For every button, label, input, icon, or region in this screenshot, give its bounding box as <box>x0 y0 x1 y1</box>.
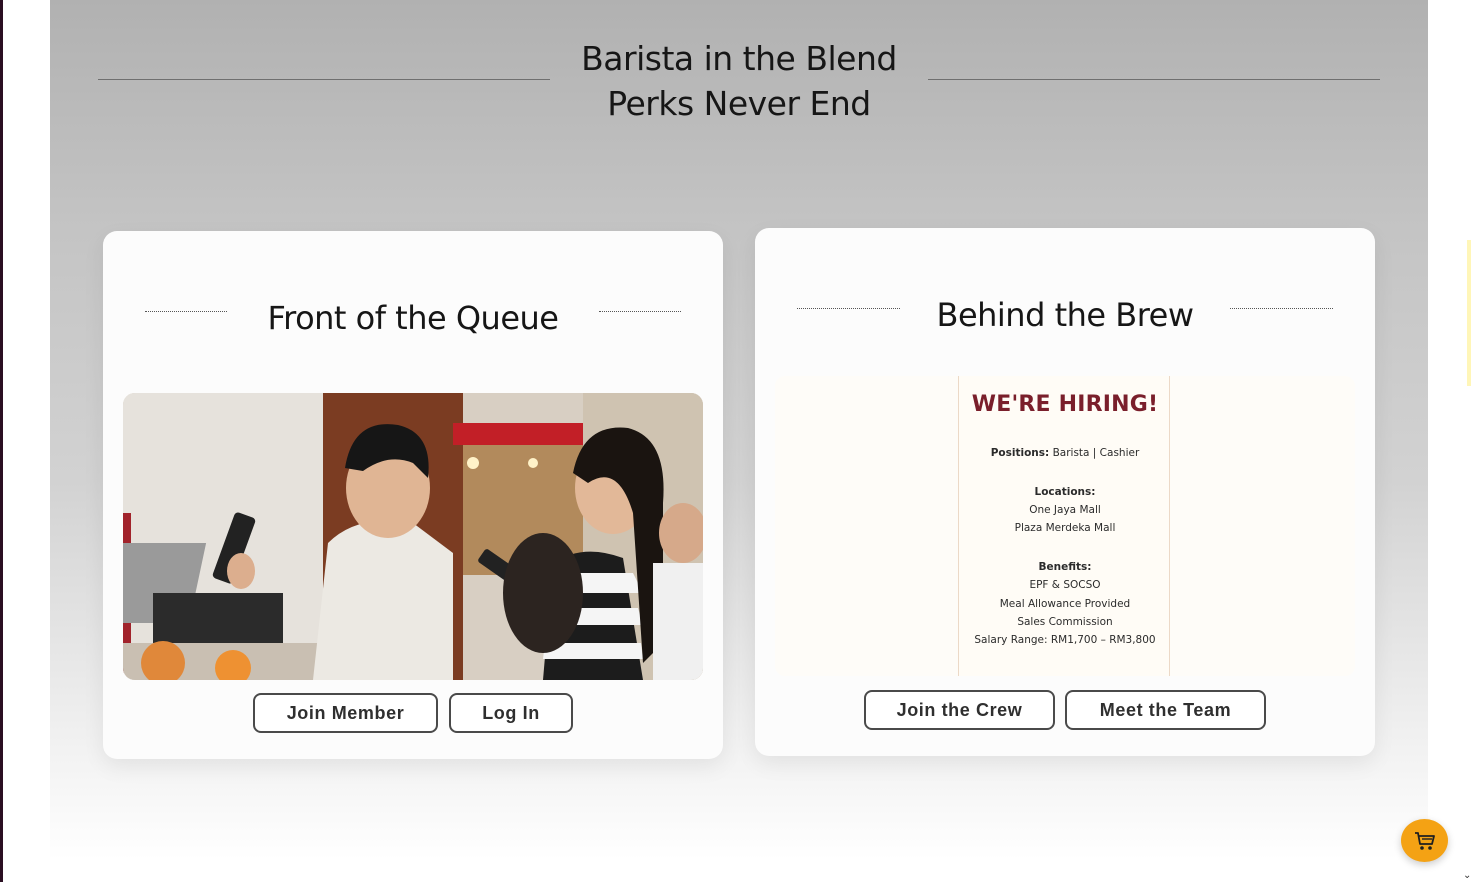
title-line-2: Perks Never End <box>607 84 871 123</box>
title-line-1: Barista in the Blend <box>581 39 897 78</box>
page-title: Barista in the Blend Perks Never End <box>550 36 928 126</box>
front-of-queue-card: Front of the Queue Join Member Log In <box>103 231 723 759</box>
poster-title: WE'RE HIRING! <box>971 392 1159 417</box>
positions-label: Positions: <box>990 447 1050 459</box>
locations-label: Locations: <box>1034 486 1096 498</box>
heading-divider-right <box>928 79 1380 80</box>
left-edge-bar <box>0 0 3 882</box>
card-title: Behind the Brew <box>936 296 1194 334</box>
positions-line: Positions: Barista | Cashier <box>959 446 1171 460</box>
benefits-label: Benefits: <box>1038 561 1092 573</box>
behind-the-brew-card: Behind the Brew WE'RE HIRING! Positions:… <box>755 228 1375 756</box>
section-heading: Barista in the Blend Perks Never End <box>98 36 1380 126</box>
log-in-button[interactable]: Log In <box>449 693 573 733</box>
meet-the-team-button[interactable]: Meet the Team <box>1065 690 1266 730</box>
card-title: Front of the Queue <box>267 299 559 337</box>
benefit-item: EPF & SOCSO <box>1029 579 1101 591</box>
benefit-item: Meal Allowance Provided <box>999 598 1131 610</box>
poster-content: WE'RE HIRING! Positions: Barista | Cashi… <box>958 376 1170 676</box>
hiring-poster: WE'RE HIRING! Positions: Barista | Cashi… <box>775 376 1355 676</box>
location-item: One Jaya Mall <box>1029 504 1101 516</box>
card-divider-right <box>599 311 681 312</box>
location-item: Plaza Merdeka Mall <box>1014 522 1116 534</box>
benefit-item: Sales Commission <box>1017 616 1113 628</box>
chevron-down-icon[interactable]: ⌄ <box>1463 870 1471 881</box>
cart-button[interactable] <box>1401 819 1448 862</box>
benefit-item: Salary Range: RM1,700 – RM3,800 <box>974 634 1156 646</box>
photo-illustration <box>123 393 703 680</box>
hero-section: Barista in the Blend Perks Never End Fro… <box>50 0 1428 882</box>
shopping-cart-icon <box>1414 831 1435 850</box>
scroll-indicator <box>1467 240 1471 386</box>
cafe-customers-photo <box>123 393 703 680</box>
join-the-crew-button[interactable]: Join the Crew <box>864 690 1055 730</box>
join-member-button[interactable]: Join Member <box>253 693 438 733</box>
heading-divider-left <box>98 79 550 80</box>
positions-value: Barista | Cashier <box>1052 447 1140 459</box>
card-divider-right <box>1230 308 1333 309</box>
